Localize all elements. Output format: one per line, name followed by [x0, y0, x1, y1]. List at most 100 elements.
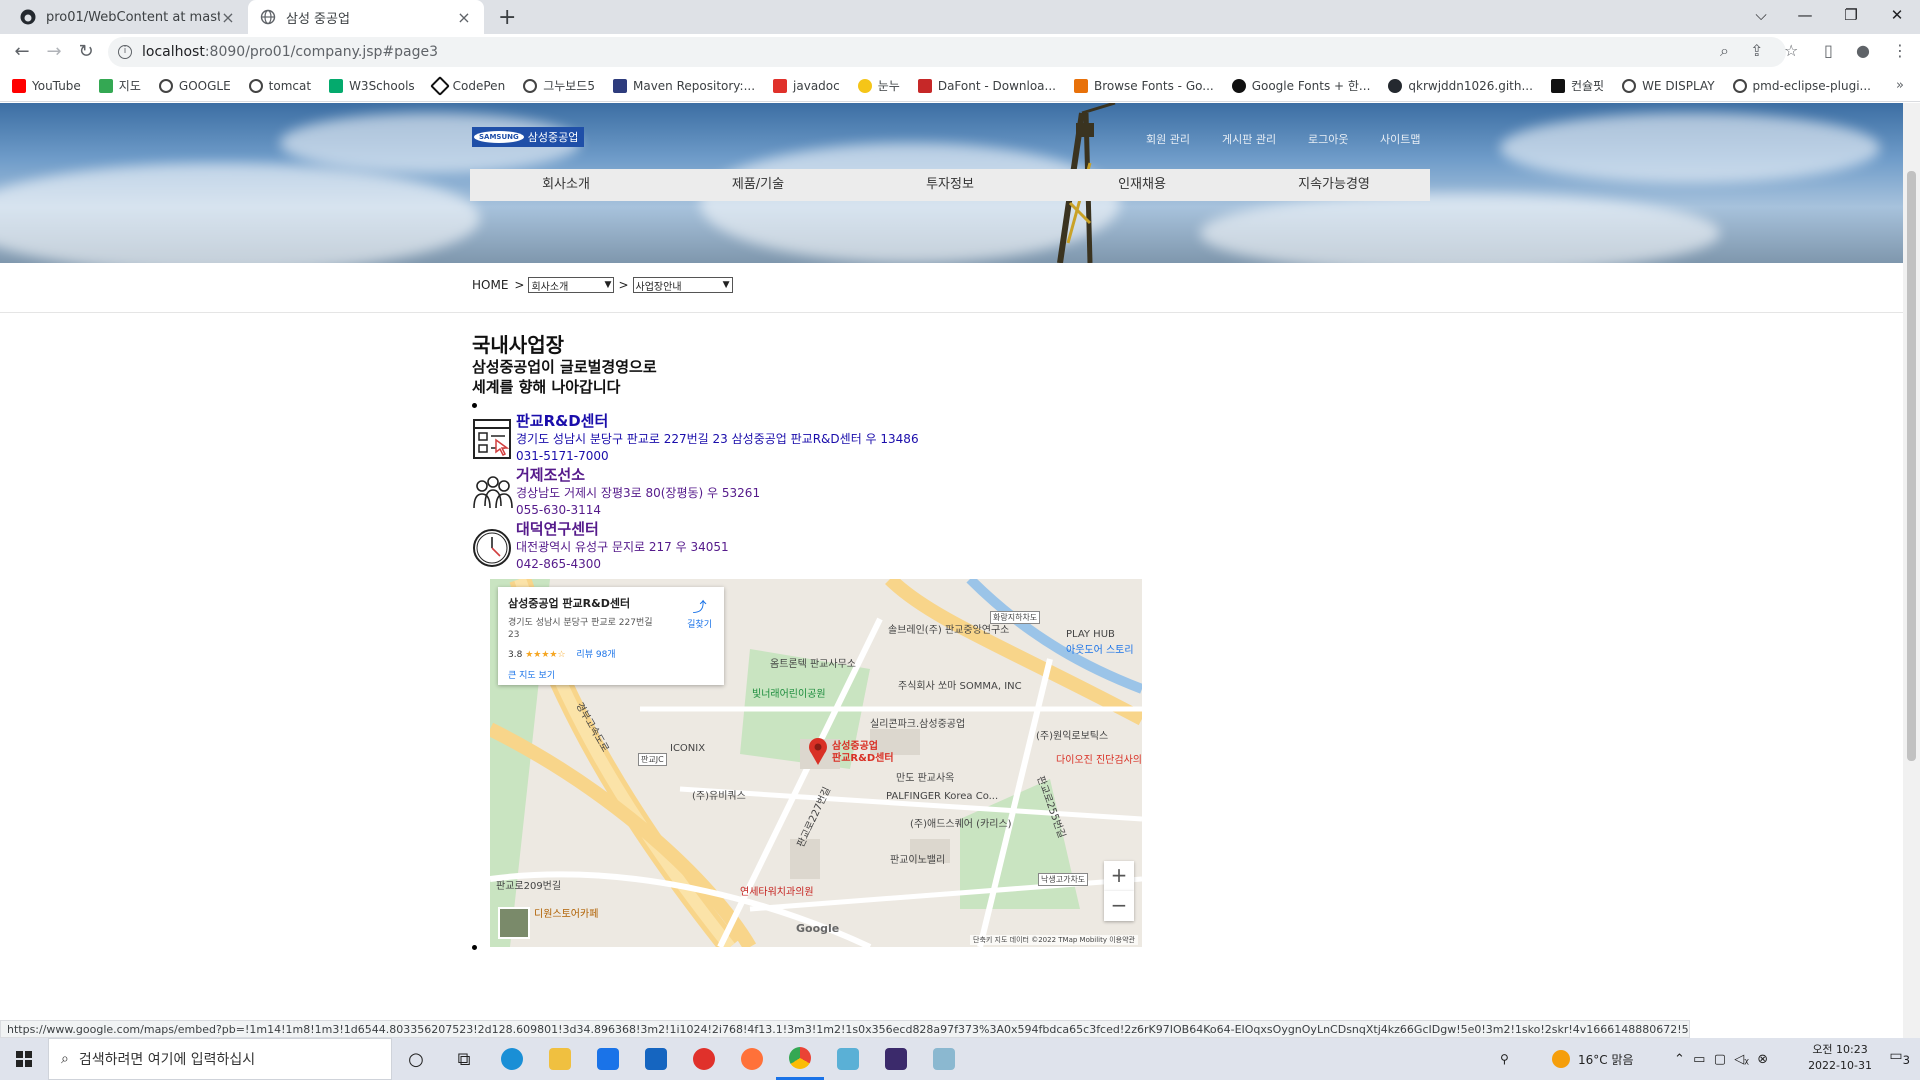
taskbar-search[interactable]: ⌕ 검색하려면 여기에 입력하십시	[48, 1038, 392, 1080]
map-label[interactable]: 판교이노밸리	[890, 851, 945, 866]
forward-button[interactable]: →	[42, 41, 66, 63]
nav-investors[interactable]: 투자정보	[854, 169, 1046, 201]
opera-icon[interactable]	[680, 1038, 728, 1080]
notification-icon[interactable]: ▭3	[1889, 1048, 1910, 1067]
site-phone[interactable]: 055-630-3114	[516, 502, 601, 519]
reviews-link[interactable]: 리뷰 98개	[576, 650, 615, 660]
bookmark-noonnu[interactable]: 눈누	[857, 77, 900, 94]
store-icon[interactable]	[584, 1038, 632, 1080]
nav-products[interactable]: 제품/기술	[662, 169, 854, 201]
bookmark-google-fonts[interactable]: Google Fonts + 한...	[1231, 77, 1370, 94]
scrollbar-thumb[interactable]	[1907, 171, 1916, 761]
nav-sustainability[interactable]: 지속가능경영	[1238, 169, 1430, 201]
bookmark-w3schools[interactable]: W3Schools	[329, 78, 415, 93]
satellite-toggle[interactable]	[498, 907, 530, 939]
larger-map-link[interactable]: 큰 지도 보기	[508, 668, 714, 681]
new-tab-button[interactable]: +	[498, 5, 516, 30]
tab-github[interactable]: pro01/WebContent at master · ( ×	[8, 0, 248, 34]
page-scrollbar[interactable]	[1903, 103, 1920, 1038]
paint-icon[interactable]	[920, 1038, 968, 1080]
map-label[interactable]: 실리콘파크.삼성중공업	[870, 715, 965, 730]
bookmark-javadoc[interactable]: javadoc	[773, 78, 840, 93]
notepad-icon[interactable]	[824, 1038, 872, 1080]
map-label[interactable]: 아웃도어 스토리	[1066, 641, 1134, 656]
map-label[interactable]: 빛너래어린이공원	[752, 685, 826, 700]
subcategory-select[interactable]: 사업장안내 ▼	[632, 277, 733, 293]
map-label[interactable]: (주)애드스퀘어 (카리스)	[910, 815, 1012, 830]
edge-icon[interactable]	[488, 1038, 536, 1080]
zoom-out-button[interactable]: −	[1104, 891, 1134, 921]
reload-button[interactable]: ↻	[74, 41, 98, 63]
map-footer[interactable]: 단축키 지도 데이터 ©2022 TMap Mobility 이용약관	[970, 935, 1138, 945]
bookmarks-more-button[interactable]: »	[1896, 78, 1904, 93]
tab-search-icon[interactable]: ⌵	[1738, 0, 1784, 34]
site-phone[interactable]: 042-865-4300	[516, 556, 601, 573]
site-item-geoje[interactable]: 거제조선소 경상남도 거제시 장평3로 80(장평동) 우 53261 055-…	[472, 466, 760, 520]
share-icon[interactable]: ⇪	[1750, 41, 1763, 60]
info-icon[interactable]: i	[118, 45, 132, 59]
bookmark-codepen[interactable]: CodePen	[429, 75, 505, 96]
bookmark-map[interactable]: 지도	[98, 77, 141, 94]
bookmark-gnuboard[interactable]: 그누보드5	[523, 77, 595, 94]
tray-icons[interactable]: ⌃ ▭ ▢ ◁ᵪ ⊗	[1674, 1038, 1768, 1080]
util-link-logout[interactable]: 로그아웃	[1308, 131, 1348, 147]
close-window-button[interactable]: ✕	[1874, 0, 1920, 34]
map-label[interactable]: 옴트론텍 판교사무소	[770, 655, 856, 670]
eclipse-icon[interactable]	[872, 1038, 920, 1080]
bookmark-github-page[interactable]: qkrwjddn1026.gith...	[1388, 78, 1533, 93]
map-label[interactable]: PLAY HUB	[1066, 629, 1115, 640]
taskbar-clock[interactable]: 오전 10:23 2022-10-31	[1808, 1042, 1872, 1074]
bookmark-maven[interactable]: Maven Repository:...	[612, 78, 755, 93]
site-name[interactable]: 판교R&D센터	[516, 412, 608, 431]
map-label[interactable]: ICONIX	[670, 743, 705, 754]
site-address[interactable]: 경기도 성남시 분당구 판교로 227번길 23 삼성중공업 판교R&D센터 우…	[516, 431, 919, 448]
zoom-in-button[interactable]: +	[1104, 861, 1134, 891]
restore-button[interactable]: ❐	[1828, 0, 1874, 34]
site-name[interactable]: 대덕연구센터	[516, 520, 599, 539]
bookmark-browse-fonts[interactable]: Browse Fonts - Go...	[1073, 78, 1214, 93]
site-item-pangyo[interactable]: 판교R&D센터 경기도 성남시 분당구 판교로 227번길 23 삼성중공업 판…	[472, 412, 919, 466]
samsung-logo[interactable]: SAMSUNG 삼성중공업	[472, 127, 585, 147]
bookmark-pmd[interactable]: pmd-eclipse-plugi...	[1732, 78, 1871, 93]
map-label[interactable]: (주)유비쿼스	[692, 787, 746, 802]
cortana-icon[interactable]: ○	[392, 1038, 440, 1080]
map-label[interactable]: (주)원익로보틱스	[1036, 727, 1108, 742]
tab-samsung[interactable]: 삼성 중공업 ×	[248, 0, 484, 34]
bookmark-google[interactable]: GOOGLE	[158, 78, 231, 93]
chrome-icon[interactable]	[776, 1038, 824, 1080]
profile-icon[interactable]: ●	[1856, 41, 1870, 60]
bookmark-we-display[interactable]: WE DISPLAY	[1622, 78, 1715, 93]
util-link-sitemap[interactable]: 사이트맵	[1380, 131, 1420, 147]
map-label[interactable]: PALFINGER Korea Co...	[886, 791, 998, 802]
close-icon[interactable]: ×	[220, 8, 236, 27]
category-select[interactable]: 회사소개 ▼	[528, 277, 615, 293]
file-explorer-icon[interactable]	[536, 1038, 584, 1080]
google-map-embed[interactable]: 삼성중공업 판교R&D센터 ICONIX (주)유비쿼스 판교JC PALFIN…	[490, 579, 1142, 947]
site-address[interactable]: 대전광역시 유성구 문지로 217 우 34051	[516, 539, 729, 556]
weather-widget[interactable]: 16°C 맑음	[1552, 1038, 1634, 1080]
util-link-members[interactable]: 회원 관리	[1146, 131, 1190, 147]
bookmark-youtube[interactable]: YouTube	[12, 78, 81, 93]
minimize-button[interactable]: —	[1782, 0, 1828, 34]
breadcrumb-home[interactable]: HOME	[472, 278, 508, 292]
star-icon[interactable]: ☆	[1784, 41, 1798, 60]
people-icon[interactable]: ⚲	[1500, 1038, 1509, 1080]
start-button[interactable]	[0, 1038, 48, 1080]
back-button[interactable]: ←	[10, 41, 34, 63]
nav-company[interactable]: 회사소개	[470, 169, 662, 201]
map-label[interactable]: 연세타워치과의원	[740, 883, 814, 898]
nav-careers[interactable]: 인재채용	[1046, 169, 1238, 201]
menu-icon[interactable]: ⋮	[1892, 41, 1908, 60]
map-label[interactable]: 만도 판교사옥	[896, 769, 954, 784]
firefox-icon[interactable]	[728, 1038, 776, 1080]
task-view-icon[interactable]: ⧉	[440, 1038, 488, 1080]
site-address[interactable]: 경상남도 거제시 장평3로 80(장평동) 우 53261	[516, 485, 760, 502]
directions-button[interactable]: ⤴ 길찾기	[687, 597, 712, 630]
map-label[interactable]: 주식회사 쏘마 SOMMA, INC	[898, 677, 1022, 692]
zoom-icon[interactable]: ⌕	[1720, 41, 1729, 61]
site-item-daedeok[interactable]: 대덕연구센터 대전광역시 유성구 문지로 217 우 34051 042-865…	[472, 520, 729, 574]
address-bar[interactable]: i localhost:8090/pro01/company.jsp#page3	[108, 37, 1786, 67]
bookmark-consulfit[interactable]: 컨슐핏	[1550, 77, 1604, 94]
side-panel-icon[interactable]: ▯	[1824, 41, 1833, 60]
close-icon[interactable]: ×	[456, 8, 472, 27]
